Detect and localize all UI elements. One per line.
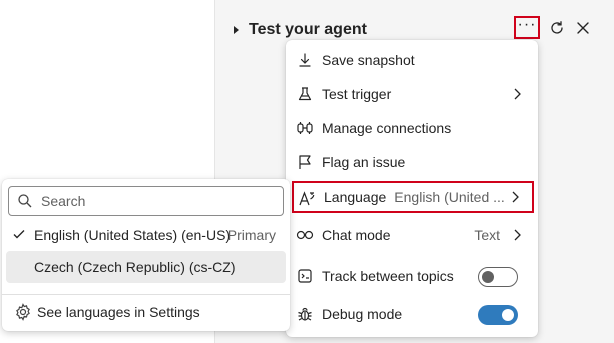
language-current-value: English (United ... — [394, 189, 505, 205]
language-search-input[interactable] — [41, 192, 271, 210]
panel-title: Test your agent — [249, 21, 367, 38]
bug-icon — [296, 305, 314, 323]
menu-item-language[interactable]: Language English (United ... — [292, 181, 534, 213]
settings-link-label: See languages in Settings — [37, 304, 200, 320]
plug-connected-icon — [296, 119, 314, 137]
gear-icon — [16, 303, 30, 321]
chevron-right-icon — [514, 88, 521, 100]
menu-item-test-trigger[interactable]: Test trigger — [286, 78, 538, 110]
menu-item-label: Language — [324, 189, 387, 205]
primary-tag: Primary — [227, 227, 276, 243]
language-option-label: English (United States) (en-US) — [34, 227, 231, 243]
menu-item-label: Flag an issue — [322, 154, 406, 170]
language-option-cs-cz[interactable]: Czech (Czech Republic) (cs-CZ) — [6, 251, 286, 283]
text-language-icon — [298, 190, 316, 208]
track-topics-icon — [296, 267, 314, 285]
menu-item-track-between-topics[interactable]: Track between topics — [286, 260, 538, 292]
chat-mode-icon — [296, 226, 314, 244]
more-options-menu: Save snapshot Test trigger Manage connec… — [286, 40, 538, 337]
debug-mode-toggle[interactable] — [478, 305, 518, 325]
refresh-button[interactable] — [544, 16, 570, 40]
menu-item-label: Test trigger — [322, 86, 392, 102]
close-icon — [577, 22, 589, 34]
menu-item-save-snapshot[interactable]: Save snapshot — [286, 44, 538, 76]
menu-item-label: Track between topics — [322, 268, 454, 284]
menu-item-flag-issue[interactable]: Flag an issue — [286, 146, 538, 178]
divider — [2, 294, 290, 295]
toggle-knob — [502, 309, 514, 321]
search-icon — [18, 194, 32, 208]
refresh-icon — [551, 21, 563, 34]
language-submenu: English (United States) (en-US) Primary … — [2, 179, 290, 331]
language-search[interactable] — [8, 186, 284, 216]
chevron-right-icon — [512, 191, 519, 203]
menu-item-label: Save snapshot — [322, 52, 415, 68]
chevron-right-icon — [514, 229, 521, 241]
menu-item-chat-mode[interactable]: Chat mode Text — [286, 219, 538, 251]
menu-item-label: Chat mode — [322, 227, 391, 243]
beaker-icon — [296, 85, 314, 103]
language-option-label: Czech (Czech Republic) (cs-CZ) — [34, 259, 236, 275]
language-option-en-us[interactable]: English (United States) (en-US) Primary — [6, 219, 286, 251]
flag-icon — [296, 153, 314, 171]
arrow-download-icon — [296, 51, 314, 69]
checkmark-icon — [13, 230, 25, 239]
menu-item-debug-mode[interactable]: Debug mode — [286, 298, 538, 330]
track-topics-toggle[interactable] — [478, 267, 518, 287]
more-horizontal-icon: ··· — [517, 15, 537, 33]
caret-right-icon — [234, 26, 239, 34]
menu-item-label: Manage connections — [322, 120, 452, 136]
more-options-button[interactable]: ··· — [514, 16, 540, 39]
toggle-knob — [482, 271, 494, 283]
test-panel-header[interactable]: Test your agent — [234, 18, 367, 42]
close-button[interactable] — [570, 16, 596, 40]
see-languages-in-settings-link[interactable]: See languages in Settings — [2, 297, 290, 327]
menu-item-label: Debug mode — [322, 306, 403, 322]
chat-mode-value: Text — [474, 227, 500, 243]
menu-item-manage-connections[interactable]: Manage connections — [286, 112, 538, 144]
